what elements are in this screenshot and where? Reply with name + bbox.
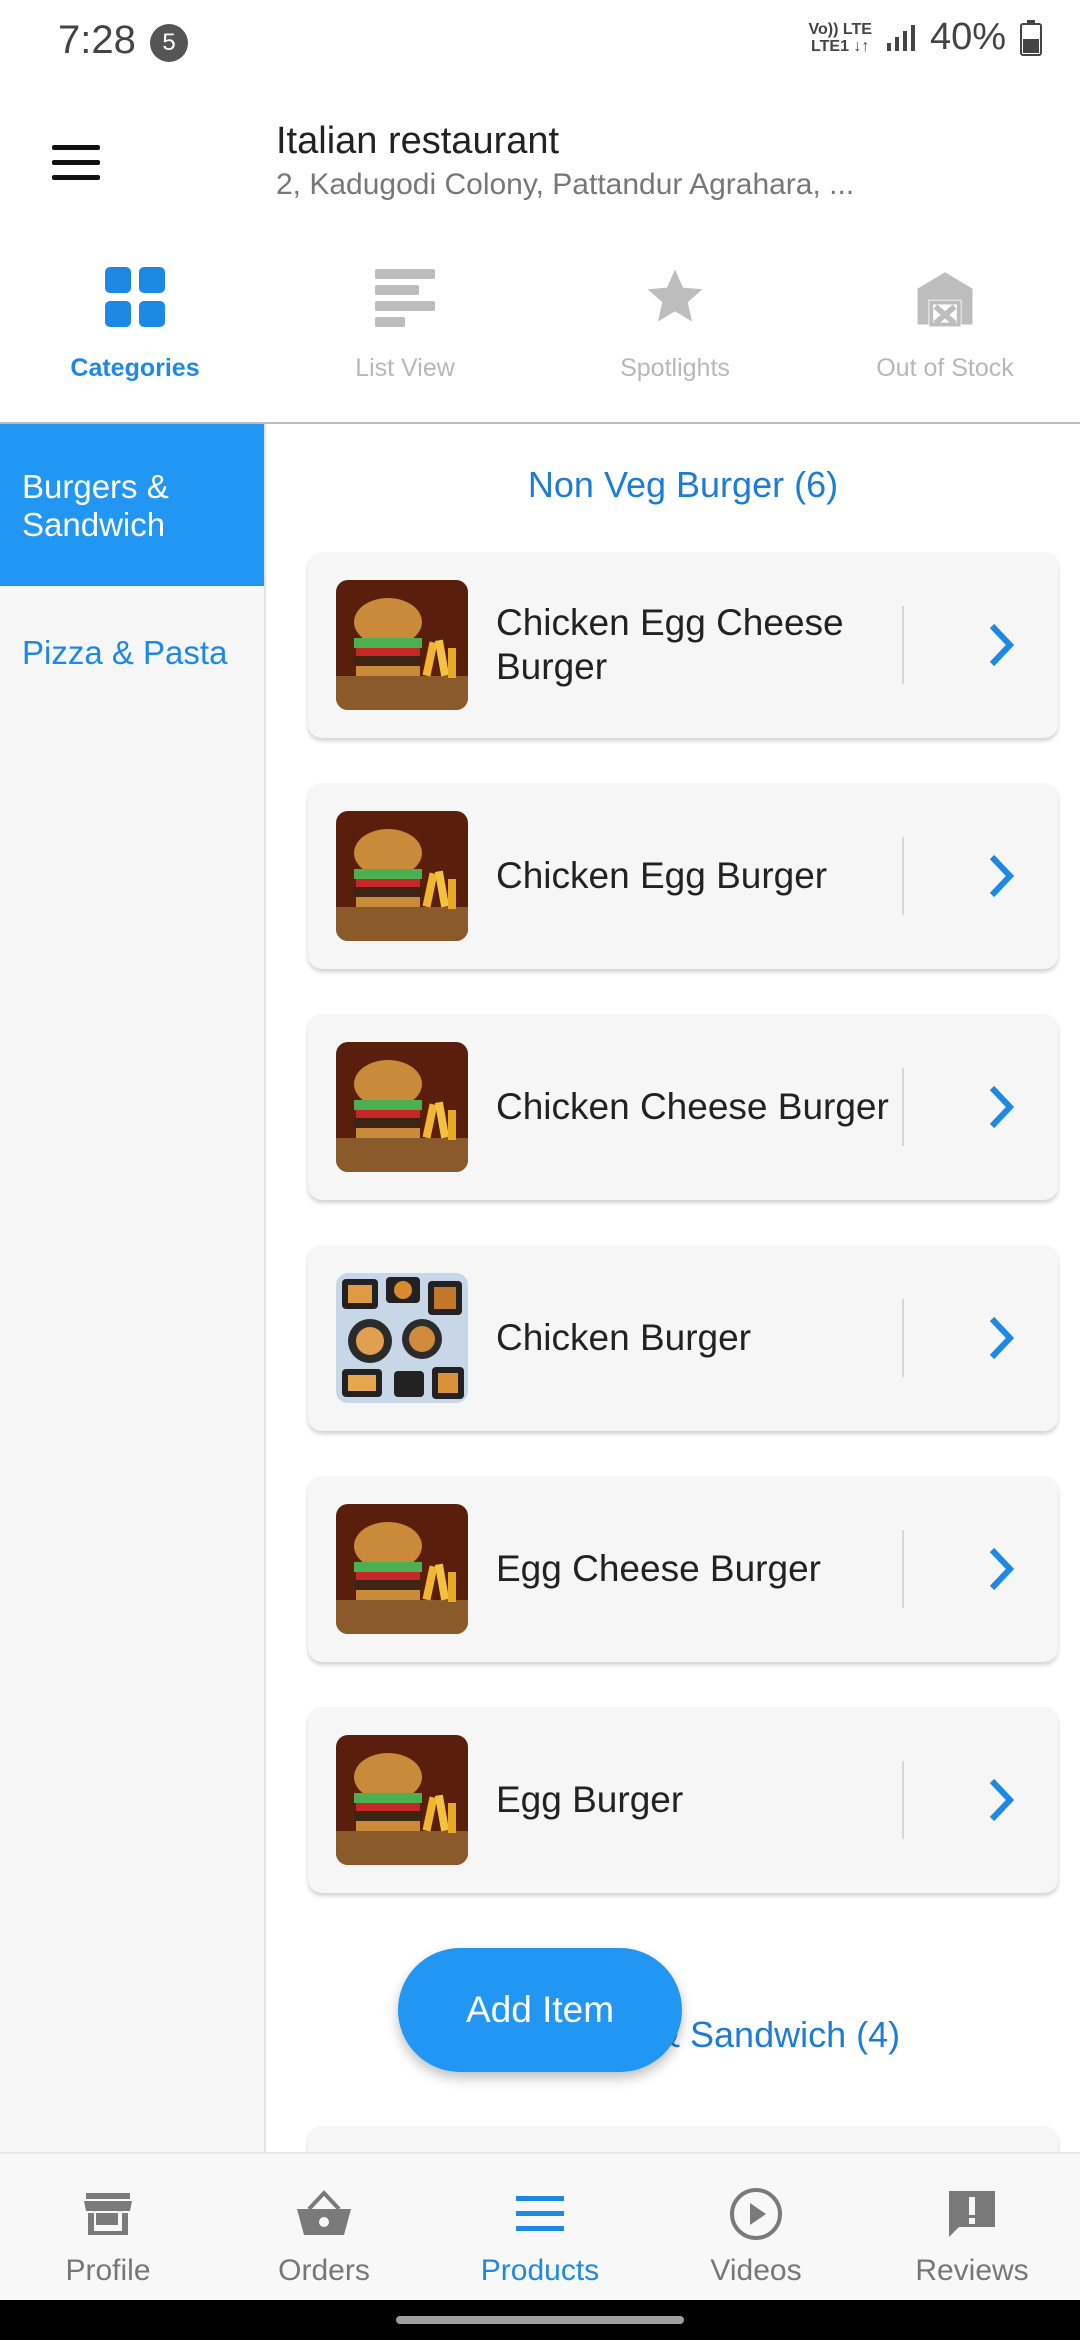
menu-icon-bar: [52, 159, 100, 165]
snacks-image: [336, 1273, 468, 1403]
review-alert-icon: [942, 2184, 1002, 2244]
play-circle-icon: [726, 2184, 786, 2244]
battery-icon: [1020, 19, 1042, 56]
battery-percent: 40%: [929, 16, 1006, 58]
home-gesture-handle[interactable]: [396, 2316, 684, 2324]
nav-label: Reviews: [915, 2254, 1029, 2287]
notification-count-badge: 5: [150, 24, 188, 62]
divider: [902, 606, 904, 684]
tab-label: List View: [355, 354, 455, 382]
divider: [902, 1068, 904, 1146]
tab-out-of-stock[interactable]: Out of Stock: [810, 250, 1080, 422]
network-indicator: Vo)) LTE LTE1 ↓↑: [808, 20, 872, 55]
grid-icon: [100, 262, 170, 332]
store-name: Italian restaurant: [276, 120, 560, 162]
sidebar-item-burgers-sandwich[interactable]: Burgers & Sandwich: [0, 424, 264, 586]
product-list: Non Veg Burger (6) Chicken Egg Cheese Bu…: [268, 424, 1080, 2152]
menu-lines-icon: [510, 2184, 570, 2244]
burger-image: [336, 1504, 468, 1634]
status-time: 7:28: [58, 18, 136, 62]
app-header: Italian restaurant 2, Kadugodi Colony, P…: [0, 86, 1080, 236]
store-address: 2, Kadugodi Colony, Pattandur Agrahara, …: [276, 168, 855, 201]
burger-image: [336, 1042, 468, 1172]
chevron-right-icon[interactable]: [968, 1767, 1034, 1833]
chevron-right-icon[interactable]: [968, 1305, 1034, 1371]
store-icon: [78, 2184, 138, 2244]
bottom-navigation: Profile Orders Products Videos Reviews: [0, 2152, 1080, 2300]
signal-icon: [886, 24, 915, 51]
tab-label: Categories: [70, 354, 200, 382]
nav-label: Products: [480, 2254, 600, 2287]
tab-list-view[interactable]: List View: [270, 250, 540, 422]
product-name: Chicken Cheese Burger: [496, 1086, 889, 1127]
nav-profile[interactable]: Profile: [0, 2154, 216, 2300]
add-item-button[interactable]: Add Item: [398, 1948, 682, 2072]
category-sidebar: Burgers & Sandwich Pizza & Pasta: [0, 424, 266, 2152]
product-card[interactable]: Chicken Egg Cheese Burger: [308, 552, 1058, 738]
product-card[interactable]: Egg Cheese Burger: [308, 1476, 1058, 1662]
product-name: Chicken Egg Cheese Burger: [496, 602, 844, 687]
chevron-right-icon[interactable]: [968, 1074, 1034, 1140]
nav-products[interactable]: Products: [432, 2154, 648, 2300]
gesture-bar: [0, 2300, 1080, 2340]
divider: [902, 837, 904, 915]
burger-image: [336, 1735, 468, 1865]
sidebar-item-pizza-pasta[interactable]: Pizza & Pasta: [0, 586, 264, 748]
product-name: Egg Burger: [496, 1779, 684, 1820]
divider: [902, 1299, 904, 1377]
product-card[interactable]: Chicken Burger: [308, 1245, 1058, 1431]
product-card[interactable]: Chicken Cheese Burger: [308, 1014, 1058, 1200]
nav-label: Profile: [65, 2254, 151, 2287]
product-name: Chicken Egg Burger: [496, 855, 828, 896]
list-icon: [370, 262, 440, 332]
view-tabs: Categories List View Spotlights Out of S…: [0, 250, 1080, 424]
nav-videos[interactable]: Videos: [648, 2154, 864, 2300]
burger-image: [336, 580, 468, 710]
chevron-right-icon[interactable]: [968, 843, 1034, 909]
tab-categories[interactable]: Categories: [0, 250, 270, 422]
nav-label: Orders: [278, 2254, 370, 2287]
divider: [902, 1530, 904, 1608]
product-name: Chicken Burger: [496, 1317, 752, 1358]
tab-label: Spotlights: [620, 354, 730, 382]
warehouse-x-icon: [910, 262, 980, 332]
menu-icon-bar: [52, 144, 100, 150]
menu-icon-bar: [52, 174, 100, 180]
nav-orders[interactable]: Orders: [216, 2154, 432, 2300]
tab-label: Out of Stock: [876, 354, 1014, 382]
hamburger-menu-button[interactable]: [40, 126, 112, 198]
chevron-right-icon[interactable]: [968, 1536, 1034, 1602]
nav-reviews[interactable]: Reviews: [864, 2154, 1080, 2300]
product-card[interactable]: Egg Burger: [308, 1707, 1058, 1893]
tab-spotlights[interactable]: Spotlights: [540, 250, 810, 422]
basket-icon: [294, 2184, 354, 2244]
product-card[interactable]: [308, 2126, 1058, 2152]
product-name: Egg Cheese Burger: [496, 1548, 821, 1589]
chevron-right-icon[interactable]: [968, 612, 1034, 678]
section-title: Non Veg Burger (6): [527, 464, 839, 505]
nav-label: Videos: [710, 2254, 802, 2287]
burger-image: [336, 811, 468, 941]
status-icons: Vo)) LTE LTE1 ↓↑ 40%: [809, 16, 1042, 59]
status-bar: 7:28 5 Vo)) LTE LTE1 ↓↑ 40%: [0, 0, 1080, 86]
product-card[interactable]: Chicken Egg Burger: [308, 783, 1058, 969]
star-icon: [640, 262, 710, 332]
divider: [902, 1761, 904, 1839]
